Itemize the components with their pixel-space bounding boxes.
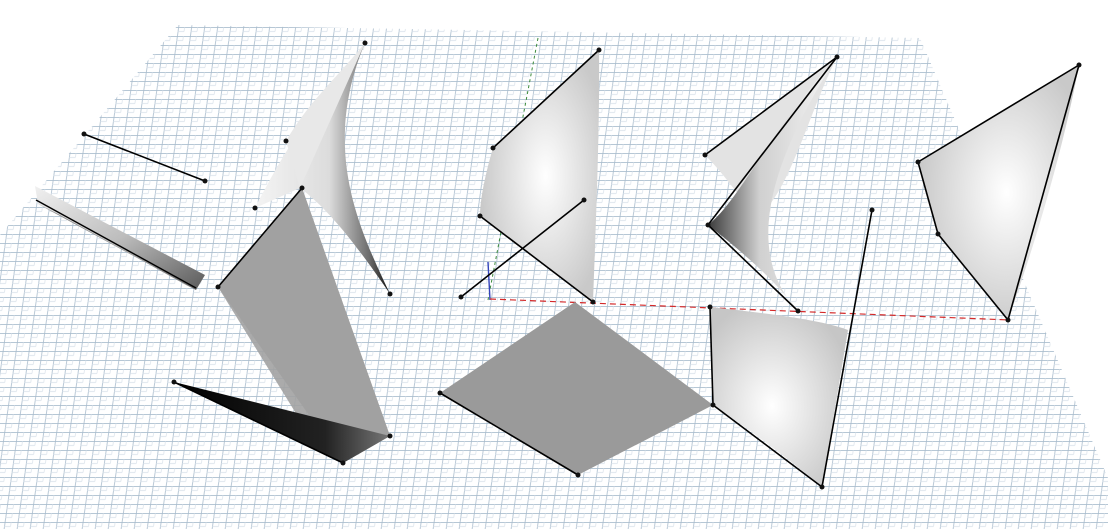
scene (0, 25, 1108, 529)
3d-viewport[interactable] (0, 0, 1108, 529)
